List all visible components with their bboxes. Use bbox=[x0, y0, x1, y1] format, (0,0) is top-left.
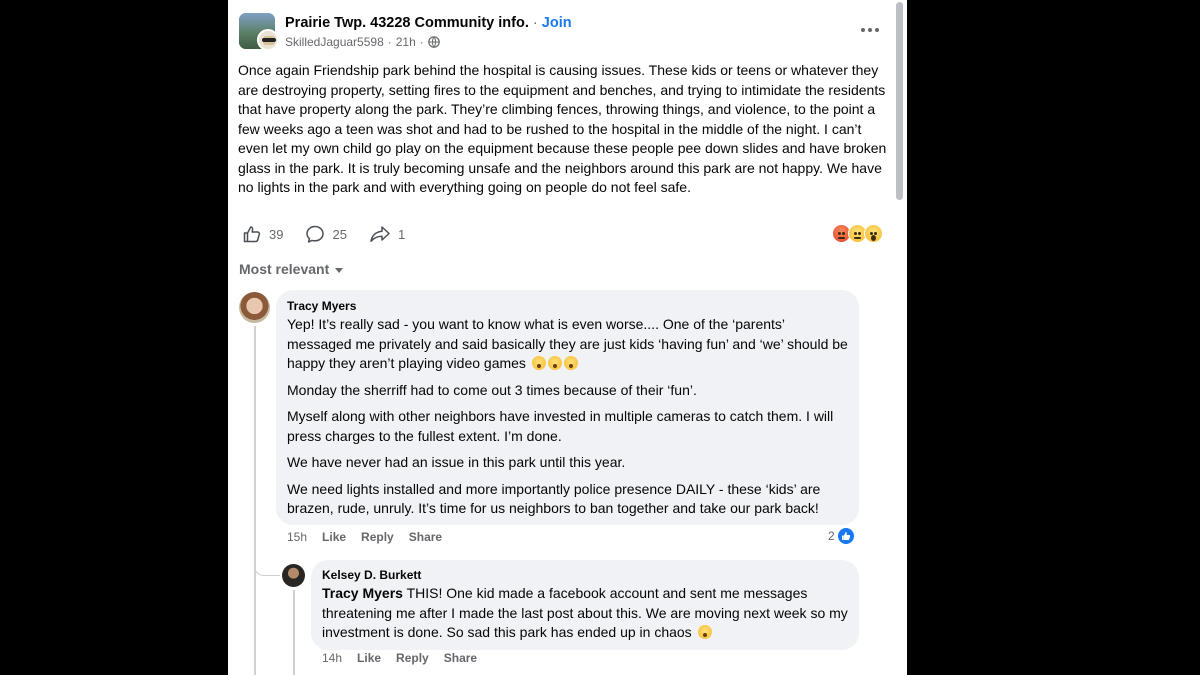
reply-connector bbox=[254, 556, 280, 576]
crying-emoji-icon bbox=[697, 625, 712, 639]
shocked-emoji-icon bbox=[563, 356, 578, 370]
comment-reaction-count[interactable]: 2 bbox=[828, 528, 854, 544]
reaction-summary[interactable] bbox=[832, 224, 883, 243]
avatar[interactable] bbox=[239, 292, 270, 323]
post-card: Prairie Twp. 43228 Community info. · Joi… bbox=[228, 0, 907, 675]
share-button[interactable]: 1 bbox=[369, 224, 405, 244]
meta-separator: · bbox=[419, 35, 424, 49]
shocked-emoji-icon bbox=[547, 356, 562, 370]
mention-link[interactable]: Tracy Myers bbox=[322, 585, 403, 601]
share-count: 1 bbox=[397, 226, 406, 242]
comment-paragraph: Monday the sherriff had to come out 3 ti… bbox=[287, 381, 697, 398]
share-icon bbox=[370, 226, 390, 242]
comment-count: 25 bbox=[332, 226, 347, 242]
comment-like-button[interactable]: Like bbox=[322, 530, 346, 544]
comment-reply-button[interactable]: Reply bbox=[361, 530, 394, 544]
separator-dot: · bbox=[532, 15, 538, 31]
reply-text: Tracy Myers THIS! One kid made a faceboo… bbox=[322, 585, 848, 640]
post-header-title: Prairie Twp. 43228 Community info. · Joi… bbox=[285, 15, 572, 31]
chevron-down-icon bbox=[335, 268, 344, 273]
more-horizontal-icon[interactable] bbox=[858, 22, 882, 38]
sort-label: Most relevant bbox=[239, 261, 330, 277]
comment-author-link[interactable]: Kelsey D. Burkett bbox=[322, 567, 848, 583]
comment-actions: 14h Like Reply Share bbox=[322, 651, 477, 665]
comment-share-button[interactable]: Share bbox=[444, 651, 477, 665]
group-avatar[interactable] bbox=[239, 13, 279, 51]
post-action-row: 39 25 1 bbox=[242, 223, 427, 245]
shocked-emoji-icon bbox=[531, 356, 546, 370]
comment-timestamp[interactable]: 15h bbox=[287, 530, 307, 544]
comment-paragraph: Yep! It’s really sad - you want to know … bbox=[287, 316, 848, 371]
comment-timestamp[interactable]: 14h bbox=[322, 651, 342, 665]
comment-bubble: Tracy Myers Yep! It’s really sad - you w… bbox=[276, 290, 859, 525]
post-timestamp[interactable]: 21h bbox=[396, 35, 416, 49]
comment-actions: 15h Like Reply Share bbox=[287, 530, 442, 544]
author-avatar[interactable] bbox=[257, 29, 279, 51]
comment-paragraph: We have never had an issue in this park … bbox=[287, 454, 626, 470]
post-body-text: Once again Friendship park behind the ho… bbox=[238, 62, 887, 195]
thread-line bbox=[293, 590, 295, 675]
like-count: 39 bbox=[269, 226, 284, 242]
scrollbar[interactable] bbox=[896, 2, 903, 200]
like-reaction-icon bbox=[837, 528, 854, 544]
comment-like-button[interactable]: Like bbox=[357, 651, 381, 665]
comment-sort-dropdown[interactable]: Most relevant bbox=[239, 261, 344, 277]
comment-author-link[interactable]: Tracy Myers bbox=[287, 298, 848, 314]
like-button[interactable]: 39 bbox=[242, 224, 283, 244]
comment-button[interactable]: 25 bbox=[305, 224, 347, 244]
comment-paragraph: Myself along with other neighbors have i… bbox=[287, 408, 834, 444]
comment-reply-button[interactable]: Reply bbox=[396, 651, 429, 665]
comment-paragraph: We need lights installed and more import… bbox=[287, 480, 821, 517]
reaction-count-value: 2 bbox=[828, 529, 835, 543]
join-link[interactable]: Join bbox=[542, 15, 572, 31]
meta-separator: · bbox=[387, 35, 392, 49]
reply-bubble: Kelsey D. Burkett Tracy Myers THIS! One … bbox=[311, 560, 859, 650]
comment-icon bbox=[306, 225, 325, 243]
wow-reaction-icon bbox=[864, 224, 883, 243]
author-name-link[interactable]: SkilledJaguar5598 bbox=[285, 35, 384, 49]
thread-line bbox=[254, 326, 256, 675]
globe-icon bbox=[427, 36, 440, 48]
comment-share-button[interactable]: Share bbox=[409, 530, 442, 544]
thumbs-up-icon bbox=[243, 226, 261, 243]
group-name-link[interactable]: Prairie Twp. 43228 Community info. bbox=[285, 15, 529, 31]
avatar[interactable] bbox=[282, 564, 305, 587]
post-meta: SkilledJaguar5598 · 21h · bbox=[285, 35, 440, 49]
